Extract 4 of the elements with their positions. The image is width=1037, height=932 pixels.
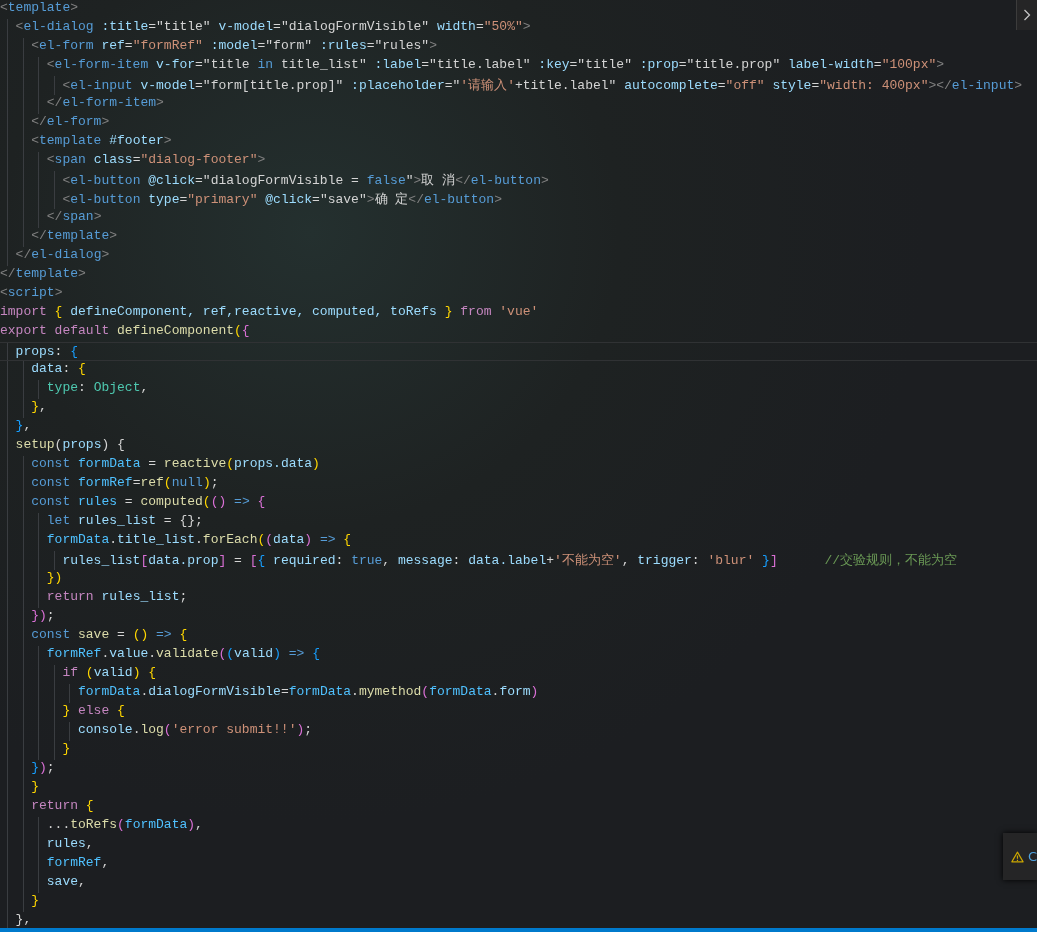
notification-text: C: [1027, 849, 1037, 864]
expand-panel-button[interactable]: [1016, 0, 1037, 30]
warning-icon: [1011, 849, 1024, 864]
chevron-right-icon: [1023, 9, 1031, 21]
